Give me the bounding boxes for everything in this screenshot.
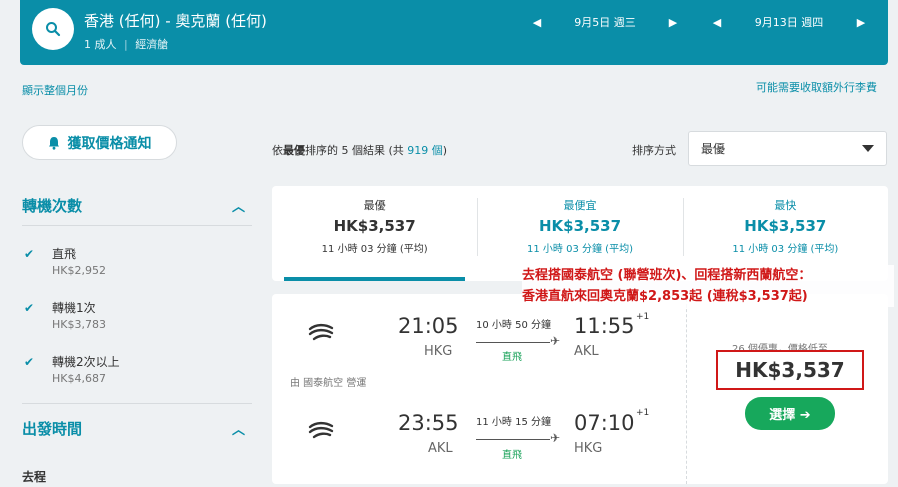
sort-word: 最優: [283, 144, 305, 157]
outbound-stops: 直飛: [502, 352, 522, 363]
search-button[interactable]: [32, 8, 74, 50]
stops-section-title[interactable]: 轉機次數: [22, 195, 82, 216]
passengers: 1 成人: [84, 38, 117, 51]
divider: [22, 403, 252, 404]
inbound-stops: 直飛: [502, 450, 522, 461]
day-offset: +1: [636, 408, 650, 418]
price-alert-label: 獲取價格通知: [67, 135, 152, 152]
inbound-depart-time: 23:55: [398, 411, 459, 435]
checkmark-icon[interactable]: ✔: [22, 301, 36, 315]
filter-label: 直飛: [52, 247, 77, 261]
tab-best[interactable]: 最優 HK$3,537 11 小時 03 分鐘 (平均): [272, 186, 477, 281]
airline-logo-icon: [308, 421, 334, 439]
divider: [22, 225, 252, 226]
outbound-duration: 10 小時 50 分鐘: [476, 320, 551, 331]
depart-date-nav: ◀ 9月5日 週三 ▶: [528, 12, 682, 32]
inbound-duration: 11 小時 15 分鐘: [476, 417, 551, 428]
return-date[interactable]: 9月13日 週四: [726, 14, 852, 30]
filter-label: 轉機2次以上: [52, 355, 120, 369]
chevron-up-icon[interactable]: ︿: [232, 419, 245, 438]
outbound-label: 去程: [22, 470, 47, 484]
return-prev-icon[interactable]: ◀: [708, 16, 726, 29]
filter-price: HK$2,952: [52, 264, 106, 277]
depart-next-icon[interactable]: ▶: [664, 16, 682, 29]
sort-select[interactable]: 最優: [688, 131, 887, 166]
outbound-arrive-time: 11:55: [574, 314, 635, 338]
flight-result-card[interactable]: 21:05 HKG 10 小時 50 分鐘 ✈ 直飛 11:55 +1 AKL …: [272, 294, 888, 484]
inbound-arrive-time: 07:10: [574, 411, 635, 435]
times-section-title[interactable]: 出發時間: [22, 418, 82, 439]
results-total: 919 個: [407, 144, 443, 157]
chevron-up-icon[interactable]: ︿: [232, 196, 245, 215]
select-button[interactable]: 選擇 ➔: [745, 397, 835, 430]
plane-icon: ✈: [550, 334, 561, 348]
route-line: [476, 342, 550, 343]
inbound-depart-code: AKL: [428, 441, 453, 456]
search-icon: [46, 22, 61, 37]
filter-price: HK$3,783: [52, 318, 106, 331]
outbound-depart-time: 21:05: [398, 314, 459, 338]
baggage-fee-link[interactable]: 可能需要收取額外行李費: [756, 79, 877, 95]
checkmark-icon[interactable]: ✔: [22, 247, 36, 261]
search-header: 香港 (任何) - 奧克蘭 (任何) 1 成人 | 經濟艙 ◀ 9月5日 週三 …: [20, 0, 888, 65]
price-alert-button[interactable]: 獲取價格通知: [22, 125, 177, 160]
sort-value: 最優: [701, 142, 726, 156]
route-line: [476, 439, 550, 440]
active-tab-indicator: [284, 277, 466, 281]
outbound-depart-code: HKG: [424, 344, 453, 359]
caret-down-icon: [862, 145, 874, 152]
inbound-arrive-code: HKG: [574, 441, 603, 456]
outbound-arrive-code: AKL: [574, 344, 599, 359]
filter-label: 轉機1次: [52, 301, 96, 315]
day-offset: +1: [636, 312, 650, 322]
annotation-text: 去程搭國泰航空 (聯營班次)、回程搭新西蘭航空： 香港直航來回奧克蘭$2,853…: [522, 265, 894, 307]
checkmark-icon[interactable]: ✔: [22, 355, 36, 369]
operated-by: 由 國泰航空 營運: [290, 378, 367, 389]
flight-price: HK$3,537: [716, 350, 864, 390]
filter-price: HK$4,687: [52, 372, 106, 385]
card-divider: [686, 294, 687, 484]
return-date-nav: ◀ 9月13日 週四 ▶: [708, 12, 870, 32]
show-month-link[interactable]: 顯示整個月份: [22, 82, 88, 98]
plane-icon: ✈: [550, 431, 561, 445]
airline-logo-icon: [308, 323, 334, 341]
trip-details[interactable]: 1 成人 | 經濟艙: [84, 36, 168, 52]
results-summary: 依最優排序的 5 個結果 (共 919 個): [272, 144, 448, 157]
return-next-icon[interactable]: ▶: [852, 16, 870, 29]
depart-date[interactable]: 9月5日 週三: [546, 14, 664, 30]
sort-label: 排序方式: [632, 144, 676, 157]
cabin-class: 經濟艙: [135, 38, 169, 51]
route-title[interactable]: 香港 (任何) - 奧克蘭 (任何): [84, 10, 267, 31]
bell-icon: [48, 136, 59, 150]
depart-prev-icon[interactable]: ◀: [528, 16, 546, 29]
